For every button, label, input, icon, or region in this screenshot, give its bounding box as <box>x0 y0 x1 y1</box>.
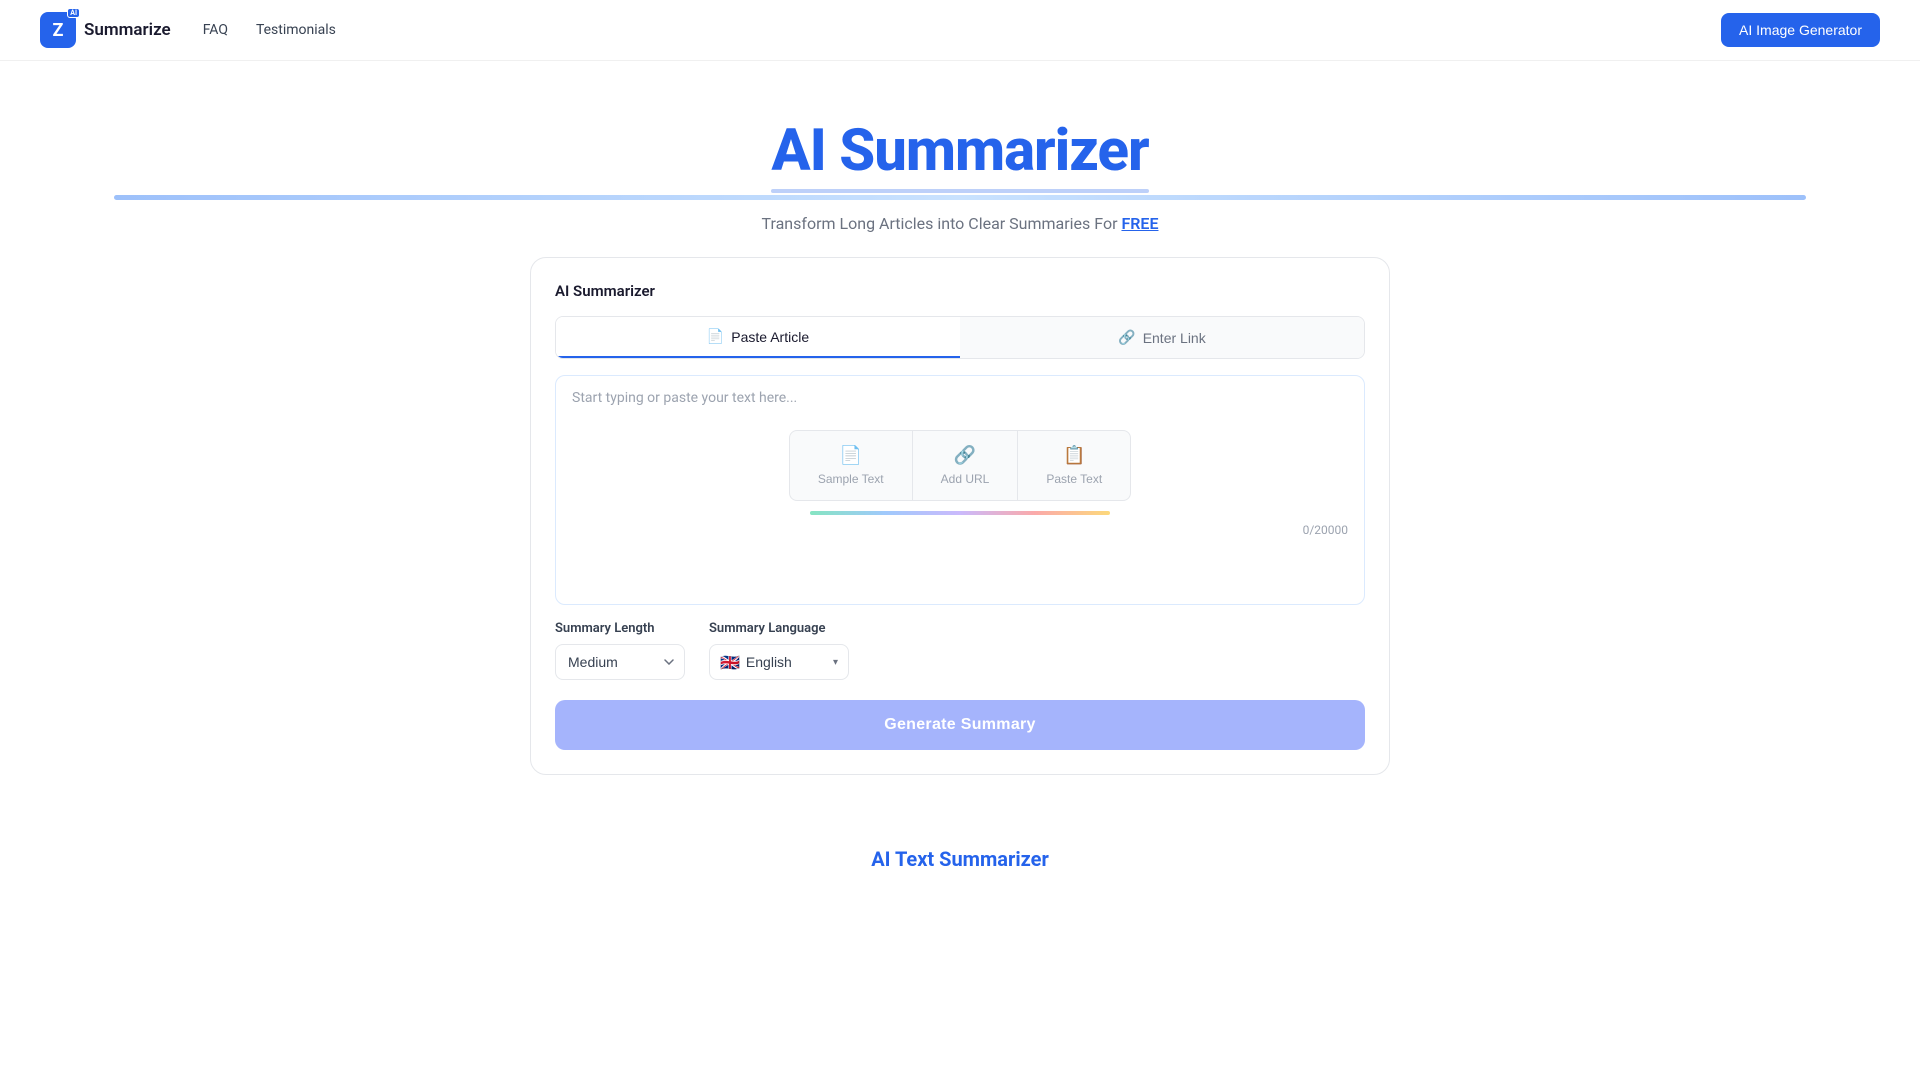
summarizer-card: AI Summarizer 📄 Paste Article 🔗 Enter Li… <box>530 257 1390 775</box>
tab-paste-article-label: Paste Article <box>731 329 809 345</box>
paste-article-icon: 📄 <box>707 328 724 345</box>
generate-summary-button[interactable]: Generate Summary <box>555 700 1365 750</box>
hero-subtitle: Transform Long Articles into Clear Summa… <box>20 214 1900 233</box>
tab-enter-link-label: Enter Link <box>1143 330 1206 346</box>
logo-name: Summarize <box>84 20 171 40</box>
ai-image-generator-button[interactable]: AI Image Generator <box>1721 13 1880 47</box>
hero-title: AI Summarizer <box>771 117 1148 193</box>
char-count: 0/20000 <box>572 523 1348 537</box>
tab-enter-link[interactable]: 🔗 Enter Link <box>960 317 1364 358</box>
center-action-buttons: 📄 Sample Text 🔗 Add URL 📋 Paste Text <box>572 430 1348 501</box>
hero-underline-decoration <box>114 195 1806 200</box>
text-input-area[interactable]: Start typing or paste your text here... … <box>555 375 1365 605</box>
nav-faq[interactable]: FAQ <box>203 22 228 38</box>
paste-text-label: Paste Text <box>1046 472 1102 486</box>
paste-text-icon: 📋 <box>1063 445 1085 466</box>
textarea-placeholder: Start typing or paste your text here... <box>572 390 1348 406</box>
logo-icon: Z AI <box>40 12 76 48</box>
navigation: Z AI Summarize FAQ Testimonials AI Image… <box>0 0 1920 61</box>
hero-section: AI Summarizer Transform Long Articles in… <box>0 61 1920 257</box>
logo[interactable]: Z AI Summarize <box>40 12 171 48</box>
card-title: AI Summarizer <box>555 282 1365 300</box>
bottom-label: AI Text Summarizer <box>0 807 1920 911</box>
summary-language-group: Summary Language 🇬🇧 English Spanish Fren… <box>709 621 849 680</box>
language-chevron-icon: ▾ <box>833 657 838 668</box>
sample-text-button[interactable]: 📄 Sample Text <box>789 430 913 501</box>
sample-text-icon: 📄 <box>840 445 862 466</box>
tab-bar: 📄 Paste Article 🔗 Enter Link <box>555 316 1365 359</box>
language-select[interactable]: English Spanish French German <box>746 645 827 679</box>
add-url-label: Add URL <box>941 472 990 486</box>
summary-length-group: Summary Length Short Medium Long <box>555 621 685 680</box>
summary-length-label: Summary Length <box>555 621 685 636</box>
nav-links: FAQ Testimonials <box>203 22 1721 38</box>
free-link[interactable]: FREE <box>1121 214 1158 233</box>
nav-testimonials[interactable]: Testimonials <box>256 22 336 38</box>
add-url-icon: 🔗 <box>954 445 976 466</box>
summary-language-label: Summary Language <box>709 621 849 636</box>
summary-length-select[interactable]: Short Medium Long <box>555 644 685 680</box>
language-flag: 🇬🇧 <box>720 653 740 672</box>
add-url-button[interactable]: 🔗 Add URL <box>913 430 1019 501</box>
ai-badge: AI <box>67 8 80 18</box>
paste-text-button[interactable]: 📋 Paste Text <box>1018 430 1131 501</box>
sample-text-label: Sample Text <box>818 472 884 486</box>
language-select-wrap[interactable]: 🇬🇧 English Spanish French German ▾ <box>709 644 849 680</box>
tab-paste-article[interactable]: 📄 Paste Article <box>556 317 960 358</box>
settings-row: Summary Length Short Medium Long Summary… <box>555 621 1365 680</box>
enter-link-icon: 🔗 <box>1118 329 1135 346</box>
color-bar-decoration <box>810 511 1110 515</box>
